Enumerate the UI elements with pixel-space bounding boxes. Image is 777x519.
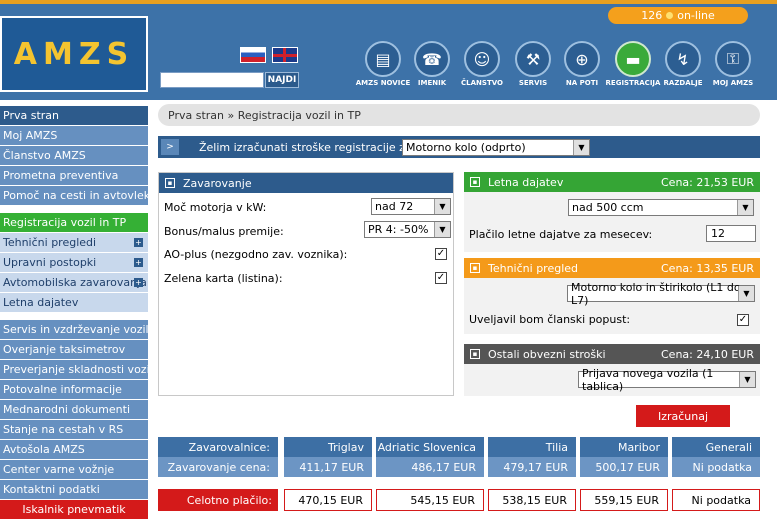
chevron-down-icon: ▼ <box>573 140 589 155</box>
arrow-right-icon: > <box>161 139 179 155</box>
insurer-total: 538,15 EUR <box>488 489 576 511</box>
sidebar-item-servis[interactable]: Servis in vzdrževanje vozil <box>0 320 148 339</box>
nav-moj-amzs[interactable]: ⚿ MOJ AMZS <box>703 41 763 87</box>
sidebar-item-kontakt[interactable]: Kontaktni podatki <box>0 480 148 499</box>
sidebar-item-skladnost[interactable]: Preverjanje skladnosti vozil <box>0 360 148 379</box>
power-select[interactable]: nad 72 ▼ <box>371 198 451 215</box>
ao-plus-checkbox[interactable]: ✓ <box>435 248 447 260</box>
sidebar: Prva stran Moj AMZS Članstvo AMZS Promet… <box>0 106 148 500</box>
panel-icon: ▪ <box>165 178 175 188</box>
chevron-down-icon: ▼ <box>739 372 755 387</box>
bonus-select[interactable]: PR 4: -50% ▼ <box>364 221 451 238</box>
chevron-down-icon: ▼ <box>434 199 450 214</box>
top-strip <box>0 0 777 4</box>
lock-icon: ⚿ <box>715 41 751 77</box>
vehicle-category-select[interactable]: Motorno kolo in štirikolo (L1 do L7) ▼ <box>567 281 755 307</box>
power-label: Moč motorja v kW: <box>164 201 267 214</box>
breadcrumb: Prva stran » Registracija vozil in TP <box>158 104 760 126</box>
search-input[interactable] <box>160 72 264 88</box>
insurer-price: 500,17 EUR <box>580 457 668 477</box>
insurer-name: Triglav <box>284 437 372 457</box>
other-costs-panel: ▪ Ostali obvezni stroški Cena: 24,10 EUR P… <box>464 344 760 396</box>
panel-icon: ▪ <box>470 263 480 273</box>
insurance-panel: ▪ Zavarovanje Moč motorja v kW: nad 72 ▼ B… <box>158 172 454 396</box>
sidebar-item-moj-amzs[interactable]: Moj AMZS <box>0 126 148 145</box>
insurer-name: Tilia <box>488 437 576 457</box>
sidebar-item-clanstvo[interactable]: Članstvo AMZS <box>0 146 148 165</box>
insurer-name: Adriatic Slovenica <box>376 437 484 457</box>
panel-icon: ▪ <box>470 349 480 359</box>
annual-tax-panel: ▪ Letna dajatev Cena: 21,53 EUR nad 500 cc… <box>464 172 760 252</box>
sidebar-item-potovalne[interactable]: Potovalne informacije <box>0 380 148 399</box>
chevron-down-icon: ▼ <box>737 200 753 215</box>
english-flag-icon[interactable] <box>272 47 298 63</box>
expand-icon[interactable]: + <box>134 238 143 247</box>
annual-tax-header: ▪ Letna dajatev Cena: 21,53 EUR <box>464 172 760 192</box>
sidebar-item-registracija[interactable]: Registracija vozil in TP <box>0 213 148 232</box>
insurer-price: 479,17 EUR <box>488 457 576 477</box>
globe-icon: ⊕ <box>564 41 600 77</box>
insurers-header-label: Zavarovalnice: <box>158 437 278 457</box>
sidebar-item-preventiva[interactable]: Prometna preventiva <box>0 166 148 185</box>
ao-plus-label: AO-plus (nezgodno zav. voznika): <box>164 248 348 261</box>
sidebar-item-avtosola[interactable]: Avtošola AMZS <box>0 440 148 459</box>
sidebar-item-upravni[interactable]: Upravni postopki + <box>0 253 148 272</box>
other-costs-header: ▪ Ostali obvezni stroški Cena: 24,10 EUR <box>464 344 760 364</box>
search-button[interactable]: NAJDI <box>265 72 299 88</box>
news-icon: ▤ <box>365 41 401 77</box>
green-card-checkbox[interactable]: ✓ <box>435 272 447 284</box>
sidebar-item-taksimetri[interactable]: Overjanje taksimetrov <box>0 340 148 359</box>
months-label: Plačilo letne dajatve za mesecev: <box>469 228 653 241</box>
service-icon: ⚒ <box>515 41 551 77</box>
online-counter: 126 on-line <box>608 7 748 24</box>
green-card-label: Zelena karta (listina): <box>164 272 283 285</box>
insurer-price: Ni podatka <box>672 457 760 477</box>
discount-checkbox[interactable]: ✓ <box>737 314 749 326</box>
sidebar-item-mednarodni[interactable]: Mednarodni dokumenti <box>0 400 148 419</box>
online-dot-icon <box>666 12 674 19</box>
panel-icon: ▪ <box>470 177 480 187</box>
car-icon: ▬ <box>615 41 651 77</box>
discount-label: Uveljavil bom članski popust: <box>469 313 631 326</box>
insurer-total: 470,15 EUR <box>284 489 372 511</box>
route-icon: ↯ <box>665 41 701 77</box>
insurer-price: 411,17 EUR <box>284 457 372 477</box>
insurer-total: 545,15 EUR <box>376 489 484 511</box>
members-icon: ☺ <box>464 41 500 77</box>
sidebar-item-letna[interactable]: Letna dajatev <box>0 293 148 312</box>
insurer-total: 559,15 EUR <box>580 489 668 511</box>
technical-panel: ▪ Tehnični pregled Cena: 13,35 EUR Motorno… <box>464 258 760 334</box>
insurer-name: Maribor <box>580 437 668 457</box>
chevron-down-icon: ▼ <box>738 286 754 301</box>
slovenian-flag-icon[interactable] <box>240 47 266 63</box>
insurer-name: Generali <box>672 437 760 457</box>
total-payment-label: Celotno plačilo: <box>158 489 278 511</box>
registration-type-select[interactable]: Prijava novega vozila (1 tablica) ▼ <box>578 367 756 393</box>
sidebar-item-prva-stran[interactable]: Prva stran <box>0 106 148 125</box>
site-header: AMZS 126 on-line NAJDI ▤ AMZS NOVICE ☎ IME… <box>0 0 777 100</box>
expand-icon[interactable]: + <box>134 278 143 287</box>
insurer-total: Ni podatka <box>672 489 760 511</box>
sidebar-item-iskalnik[interactable]: Iskalnik pnevmatik <box>0 500 148 519</box>
chevron-down-icon: ▼ <box>434 222 450 237</box>
technical-header: ▪ Tehnični pregled Cena: 13,35 EUR <box>464 258 760 278</box>
amzs-logo[interactable]: AMZS <box>0 16 148 92</box>
expand-icon[interactable]: + <box>134 258 143 267</box>
sidebar-item-zavarovanja[interactable]: Avtomobilska zavarovanja + <box>0 273 148 292</box>
months-input[interactable]: 12 <box>706 225 756 242</box>
vehicle-type-select[interactable]: Motorno kolo (odprto) ▼ <box>402 139 590 156</box>
insurer-price: 486,17 EUR <box>376 457 484 477</box>
sidebar-item-center[interactable]: Center varne vožnje <box>0 460 148 479</box>
insurance-panel-header: ▪ Zavarovanje <box>159 173 453 193</box>
insurance-price-label: Zavarovanje cena: <box>158 457 278 477</box>
calculate-button[interactable]: Izračunaj <box>636 405 730 427</box>
sidebar-item-pomoc[interactable]: Pomoč na cesti in avtovleka <box>0 186 148 205</box>
vehicle-type-label: Želim izračunati stroške registracije za <box>199 140 412 154</box>
sidebar-item-tehnicni[interactable]: Tehnični pregledi + <box>0 233 148 252</box>
engine-size-select[interactable]: nad 500 ccm ▼ <box>568 199 754 216</box>
sidebar-item-stanje[interactable]: Stanje na cestah v RS <box>0 420 148 439</box>
bonus-label: Bonus/malus premije: <box>164 225 284 238</box>
phonebook-icon: ☎ <box>414 41 450 77</box>
